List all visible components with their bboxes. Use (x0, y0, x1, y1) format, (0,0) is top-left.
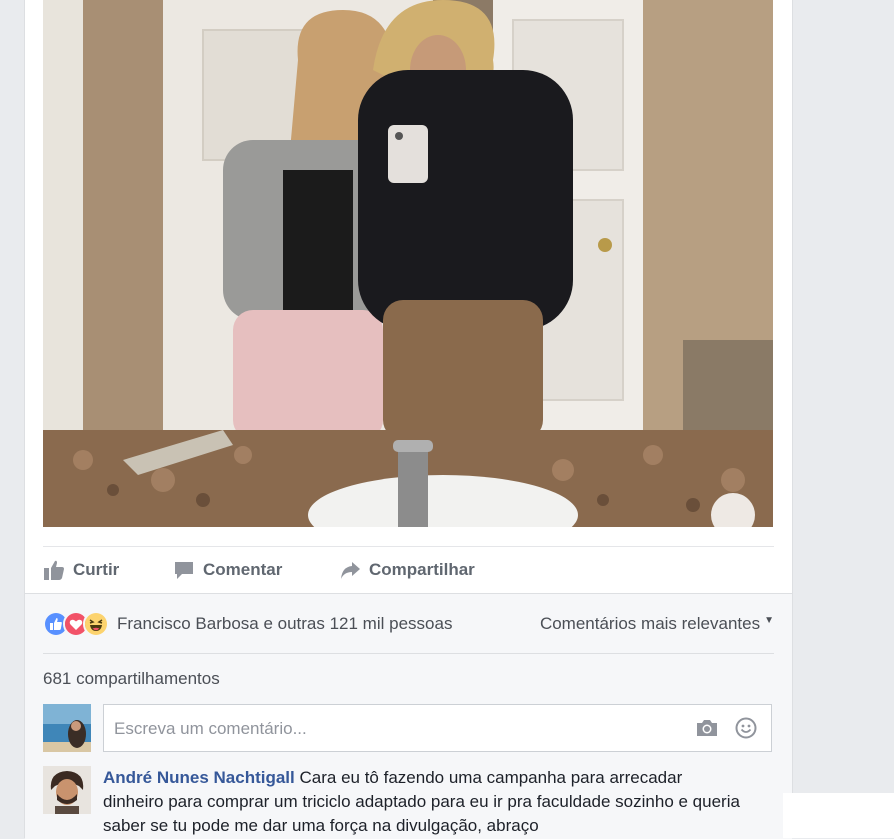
emoji-icon[interactable] (735, 717, 757, 744)
post-card: Curtir Comentar Compartilhar Francisco B… (24, 0, 793, 839)
post-photo[interactable] (43, 0, 773, 527)
share-label: Compartilhar (369, 560, 475, 579)
mirror-selfie-image (43, 0, 773, 527)
comment-input[interactable] (112, 705, 676, 753)
comment-label: Comentar (203, 560, 283, 579)
comment-author-link[interactable]: André Nunes Nachtigall (103, 768, 295, 787)
post-actions-bar: Curtir Comentar Compartilhar (43, 546, 774, 593)
camera-icon[interactable] (695, 718, 719, 743)
page-background-block (783, 793, 894, 838)
comment-sort-label: Comentários mais relevantes (539, 614, 761, 633)
like-button[interactable]: Curtir (43, 559, 119, 581)
share-button[interactable]: Compartilhar (339, 559, 475, 581)
comment-sort-dropdown[interactable]: Comentários mais relevantes ▼ (540, 614, 774, 634)
avatar[interactable] (43, 766, 91, 814)
comment-bubble-icon (173, 559, 195, 581)
comment-composer (103, 704, 772, 753)
haha-icon (83, 611, 109, 637)
caret-down-icon: ▼ (764, 615, 774, 626)
share-arrow-icon (339, 559, 361, 581)
divider (43, 653, 774, 654)
comment-body: André Nunes Nachtigall Cara eu tô fazend… (103, 766, 743, 838)
thumbs-up-icon (43, 559, 65, 581)
reaction-icons (43, 611, 109, 637)
shares-count[interactable]: 681 compartilhamentos (43, 669, 220, 689)
like-label: Curtir (73, 560, 120, 579)
reactions-summary[interactable]: Francisco Barbosa e outras 121 mil pesso… (43, 610, 774, 638)
reactions-summary-text[interactable]: Francisco Barbosa e outras 121 mil pesso… (117, 614, 452, 634)
avatar[interactable] (43, 704, 91, 752)
comment-button[interactable]: Comentar (173, 559, 282, 581)
feedback-section: Francisco Barbosa e outras 121 mil pesso… (25, 593, 792, 839)
